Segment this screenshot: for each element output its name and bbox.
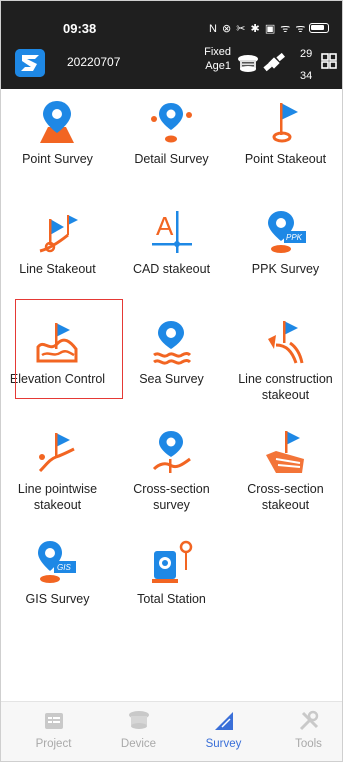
tile-label: Detail Survey: [134, 152, 209, 166]
cad-stakeout-icon: A: [152, 211, 192, 253]
tile-point-survey[interactable]: Point Survey: [1, 89, 114, 199]
tile-cross-section-stakeout[interactable]: Cross-section stakeout: [229, 419, 342, 529]
total-station-icon: [152, 540, 193, 583]
point-survey-icon: [40, 101, 74, 143]
tile-label: GIS Survey: [25, 592, 90, 606]
tile-label: Point Stakeout: [244, 152, 327, 166]
status-time: 09:38: [63, 21, 97, 36]
device-icon: [128, 711, 149, 729]
nav-label: Project: [35, 738, 72, 750]
age-label: Age1: [205, 60, 231, 72]
nav-device[interactable]: Device: [96, 710, 181, 750]
tile-cad-stakeout[interactable]: A CAD stakeout: [115, 199, 228, 309]
tile-label: CAD stakeout: [132, 262, 211, 276]
battery-icon: [309, 23, 330, 33]
tile-label: Line Stakeout: [19, 262, 96, 276]
line-construction-stakeout-icon: [268, 321, 304, 364]
tile-label: Line construction stakeout: [238, 372, 333, 402]
nav-survey[interactable]: Survey: [181, 710, 266, 750]
tile-gis-survey[interactable]: GIS GIS Survey: [1, 529, 114, 639]
tile-label: Total Station: [137, 592, 206, 606]
satellite-count: 29 34: [300, 43, 312, 87]
tile-cross-section-survey[interactable]: Cross-section survey: [115, 419, 228, 529]
tile-ppk-survey[interactable]: PPK PPK Survey: [229, 199, 342, 309]
svg-text:PPK: PPK: [286, 233, 303, 242]
sea-survey-icon: [153, 321, 192, 365]
project-icon: [44, 713, 63, 729]
ppk-survey-icon: PPK: [268, 211, 306, 253]
cross-section-stakeout-icon: [266, 431, 304, 473]
fix-label: Fixed: [204, 46, 231, 58]
tile-detail-survey[interactable]: Detail Survey: [115, 89, 228, 199]
tools-icon: [299, 710, 318, 731]
svg-text:A: A: [156, 211, 174, 241]
app-header: 09:38 N ⊗ ✂ ✱ ▣ ᯤ ᯤ 20220707 Fixed Age1 …: [1, 1, 342, 89]
tile-label: Cross-section survey: [133, 482, 210, 512]
app-logo-icon[interactable]: [15, 49, 45, 77]
status-icons: N ⊗ ✂ ✱ ▣ ᯤ ᯤ: [209, 21, 330, 36]
line-stakeout-icon: [39, 215, 78, 253]
line-pointwise-stakeout-icon: [38, 433, 75, 473]
selection-highlight: [15, 299, 123, 399]
nav-project[interactable]: Project: [11, 710, 96, 750]
gis-survey-icon: GIS: [38, 541, 76, 583]
nav-label: Tools: [295, 738, 322, 750]
tile-label: Cross-section stakeout: [247, 482, 324, 512]
tile-total-station[interactable]: Total Station: [115, 529, 228, 639]
nav-tools[interactable]: Tools: [266, 710, 342, 750]
tile-line-stakeout[interactable]: Line Stakeout: [1, 199, 114, 309]
nav-label: Survey: [205, 738, 242, 750]
grid-menu-icon[interactable]: [321, 53, 337, 69]
app-screen: 09:38 N ⊗ ✂ ✱ ▣ ᯤ ᯤ 20220707 Fixed Age1 …: [0, 0, 343, 762]
tile-sea-survey[interactable]: Sea Survey: [115, 309, 228, 419]
satellite-icon[interactable]: [263, 51, 285, 75]
tile-label: Line pointwise stakeout: [17, 482, 98, 512]
gnss-receiver-icon[interactable]: [237, 53, 259, 75]
satellite-count-top: 29: [300, 48, 313, 60]
tile-line-pointwise-stakeout[interactable]: Line pointwise stakeout: [1, 419, 114, 529]
fix-status: Fixed Age1: [191, 45, 231, 73]
project-id[interactable]: 20220707: [67, 55, 120, 69]
svg-text:GIS: GIS: [57, 563, 71, 572]
tile-label: PPK Survey: [251, 262, 320, 276]
nav-label: Device: [120, 738, 157, 750]
survey-icon: [214, 712, 233, 730]
tile-label: Sea Survey: [139, 372, 204, 386]
detail-survey-icon: [151, 103, 192, 143]
cross-section-survey-icon: [152, 431, 191, 473]
tile-point-stakeout[interactable]: Point Stakeout: [229, 89, 342, 199]
bottom-nav: Project Device Survey Tools: [1, 701, 342, 761]
tile-line-construction-stakeout[interactable]: Line construction stakeout: [229, 309, 342, 419]
tile-label: Point Survey: [22, 152, 93, 166]
point-stakeout-icon: [272, 103, 298, 143]
satellite-count-bottom: 34: [300, 70, 313, 82]
